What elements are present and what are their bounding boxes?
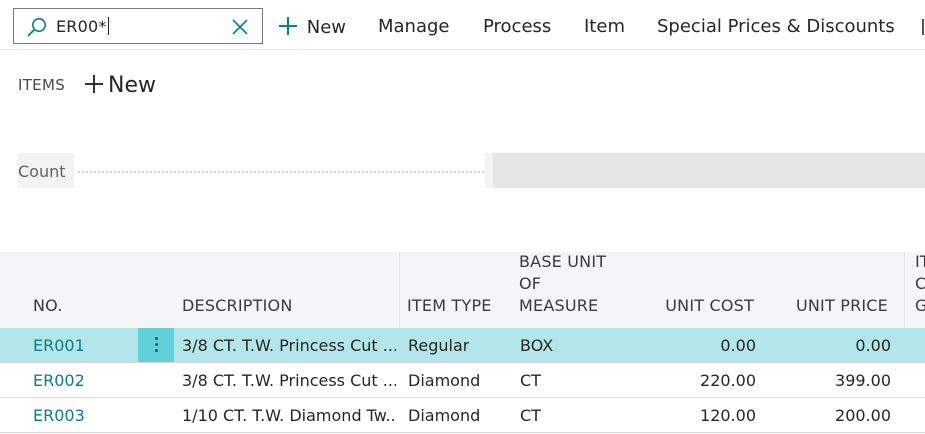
table-row[interactable]: ER003 1/10 CT. T.W. Diamond Tw... Diamon… bbox=[0, 398, 925, 433]
plus-icon bbox=[84, 74, 104, 94]
column-header-unit-price[interactable]: UNIT PRICE bbox=[770, 295, 888, 317]
count-value bbox=[485, 153, 925, 188]
unit-price: 399.00 bbox=[835, 371, 891, 390]
base-unit: CT bbox=[520, 406, 541, 425]
divider bbox=[0, 49, 925, 50]
cut-off-line-1: IT bbox=[915, 252, 925, 271]
base-unit: CT bbox=[520, 371, 541, 390]
column-divider bbox=[399, 252, 400, 328]
column-header-unit-cost[interactable]: UNIT COST bbox=[640, 295, 754, 317]
item-description: 3/8 CT. T.W. Princess Cut ... bbox=[182, 371, 396, 390]
cut-off-line-2: C bbox=[915, 274, 925, 293]
count-leader-dots bbox=[78, 171, 484, 173]
search-box[interactable]: ER00* bbox=[13, 8, 263, 44]
item-type: Diamond bbox=[408, 406, 481, 425]
column-header-no[interactable]: NO. bbox=[33, 295, 63, 317]
item-type: Diamond bbox=[408, 371, 481, 390]
column-header-base-unit-of-measure[interactable]: BASE UNIT OF MEASURE bbox=[519, 251, 606, 317]
search-input[interactable]: ER00* bbox=[56, 17, 109, 36]
base-unit: BOX bbox=[520, 336, 554, 355]
search-icon bbox=[27, 18, 46, 37]
base-unit-line-3: MEASURE bbox=[519, 296, 599, 315]
items-part-title: ITEMS bbox=[18, 76, 66, 94]
process-menu-button[interactable]: Process bbox=[483, 16, 551, 37]
table-row[interactable]: ER002 3/8 CT. T.W. Princess Cut ... Diam… bbox=[0, 363, 925, 398]
item-no-link[interactable]: ER002 bbox=[33, 371, 85, 390]
items-new-button[interactable]: New bbox=[84, 73, 156, 98]
item-menu-button[interactable]: Item bbox=[584, 16, 625, 37]
unit-price: 200.00 bbox=[835, 406, 891, 425]
unit-cost: 220.00 bbox=[700, 371, 756, 390]
unit-cost: 0.00 bbox=[720, 336, 756, 355]
close-icon[interactable] bbox=[230, 17, 250, 37]
base-unit-line-2: OF bbox=[519, 274, 542, 293]
item-no-link[interactable]: ER003 bbox=[33, 406, 85, 425]
cut-off-line-3: G bbox=[915, 296, 925, 315]
manage-menu-button[interactable]: Manage bbox=[378, 16, 450, 37]
base-unit-line-1: BASE UNIT bbox=[519, 252, 607, 271]
items-new-label: New bbox=[108, 73, 156, 98]
plus-icon bbox=[278, 16, 298, 36]
action-bar: ER00* New Manage Process Item Special Pr… bbox=[0, 0, 925, 54]
more-menu-edge[interactable] bbox=[922, 19, 924, 35]
count-label: Count bbox=[18, 153, 74, 188]
item-no-link[interactable]: ER001 bbox=[33, 336, 85, 355]
column-divider bbox=[904, 252, 905, 328]
new-action-label: New bbox=[306, 17, 346, 38]
column-header-item-type[interactable]: ITEM TYPE bbox=[407, 295, 492, 317]
item-description: 1/10 CT. T.W. Diamond Tw... bbox=[182, 406, 396, 425]
unit-cost: 120.00 bbox=[700, 406, 756, 425]
item-type: Regular bbox=[408, 336, 470, 355]
column-header-description[interactable]: DESCRIPTION bbox=[182, 295, 293, 317]
table-row[interactable]: ER001 3/8 CT. T.W. Princess Cut ... Regu… bbox=[0, 328, 925, 363]
unit-price: 0.00 bbox=[855, 336, 891, 355]
new-action-button[interactable]: New bbox=[278, 16, 346, 38]
special-prices-discounts-menu-button[interactable]: Special Prices & Discounts bbox=[657, 16, 895, 37]
column-header-cut-off[interactable]: IT C G bbox=[915, 251, 925, 317]
row-actions-button[interactable] bbox=[138, 328, 174, 362]
item-description: 3/8 CT. T.W. Princess Cut ... bbox=[182, 336, 396, 355]
